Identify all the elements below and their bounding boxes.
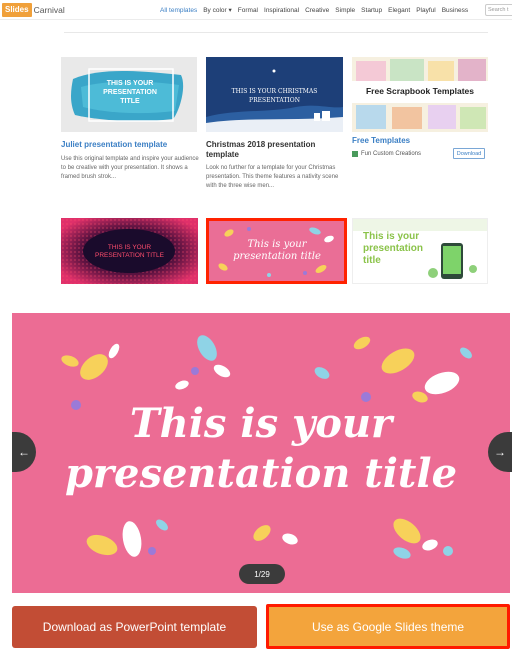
slide-title-line-1: This is your — [129, 400, 393, 447]
divider — [64, 32, 488, 33]
slidescarnival-logo[interactable]: Slides Carnival — [2, 3, 65, 17]
ad-icon — [352, 151, 358, 157]
juliet-thumbnail[interactable]: THIS IS YOUR PRESENTATION TITLE — [61, 57, 197, 132]
use-google-slides-button[interactable]: Use as Google Slides theme — [266, 604, 510, 649]
nav-startup[interactable]: Startup — [361, 7, 382, 14]
nav-inspirational[interactable]: Inspirational — [264, 7, 299, 14]
nav-simple[interactable]: Simple — [335, 7, 355, 14]
juliet-title[interactable]: Juliet presentation template — [61, 140, 201, 150]
nav-elegant[interactable]: Elegant — [388, 7, 410, 14]
logo-word: Carnival — [33, 5, 65, 15]
christmas-thumb-title: THIS IS YOUR CHRISTMAS PRESENTATION — [231, 88, 318, 104]
slide-counter: 1/29 — [239, 564, 285, 584]
nav-creative[interactable]: Creative — [305, 7, 329, 14]
nav-playful[interactable]: Playful — [416, 7, 436, 14]
dots-template-thumbnail[interactable]: THIS IS YOUR PRESENTATION TITLE — [61, 218, 198, 284]
ad-subtitle: Fun Custom Creations — [361, 151, 422, 157]
green-thumb-title: This is your presentation title — [363, 231, 424, 266]
main-nav: All templates By color ▾ Formal Inspirat… — [160, 0, 474, 20]
download-powerpoint-button[interactable]: Download as PowerPoint template — [12, 606, 257, 648]
christmas-title[interactable]: Christmas 2018 presentation template — [206, 140, 326, 160]
arrow-right-icon: → — [494, 445, 506, 459]
juliet-description: Use this original template and inspire y… — [61, 156, 199, 180]
nav-all-templates[interactable]: All templates — [160, 7, 197, 14]
dots-thumb-title: THIS IS YOUR PRESENTATION TITLE — [95, 244, 164, 259]
nav-by-color[interactable]: By color ▾ — [203, 6, 232, 14]
pink-thumb-title: This is your presentation title — [233, 239, 321, 262]
arrow-left-icon: ← — [18, 445, 30, 459]
christmas-description: Look no further for a template for your … — [206, 165, 339, 189]
scrapbook-ad-thumbnail[interactable]: Free Scrapbook Templates — [352, 57, 488, 132]
top-navbar: Slides Carnival All templates By color ▾… — [0, 0, 512, 20]
juliet-thumb-title: THIS IS YOUR PRESENTATION TITLE — [103, 80, 157, 105]
scrapbook-headline: Free Scrapbook Templates — [365, 86, 475, 96]
slide-title-line-2: presentation title — [64, 450, 458, 497]
search-input[interactable]: Search t — [485, 4, 512, 16]
green-template-thumbnail[interactable]: This is your presentation title — [352, 218, 488, 284]
christmas-thumbnail[interactable]: THIS IS YOUR CHRISTMAS PRESENTATION — [206, 57, 343, 132]
nav-business[interactable]: Business — [442, 7, 468, 14]
selected-pink-template-thumbnail[interactable]: This is your presentation title — [206, 218, 347, 284]
logo-mark: Slides — [2, 3, 32, 17]
nav-formal[interactable]: Formal — [238, 7, 258, 14]
ad-title[interactable]: Free Templates — [352, 136, 452, 146]
ad-download-button[interactable]: Download — [453, 148, 485, 159]
slide-preview: This is your presentation title — [12, 313, 510, 593]
